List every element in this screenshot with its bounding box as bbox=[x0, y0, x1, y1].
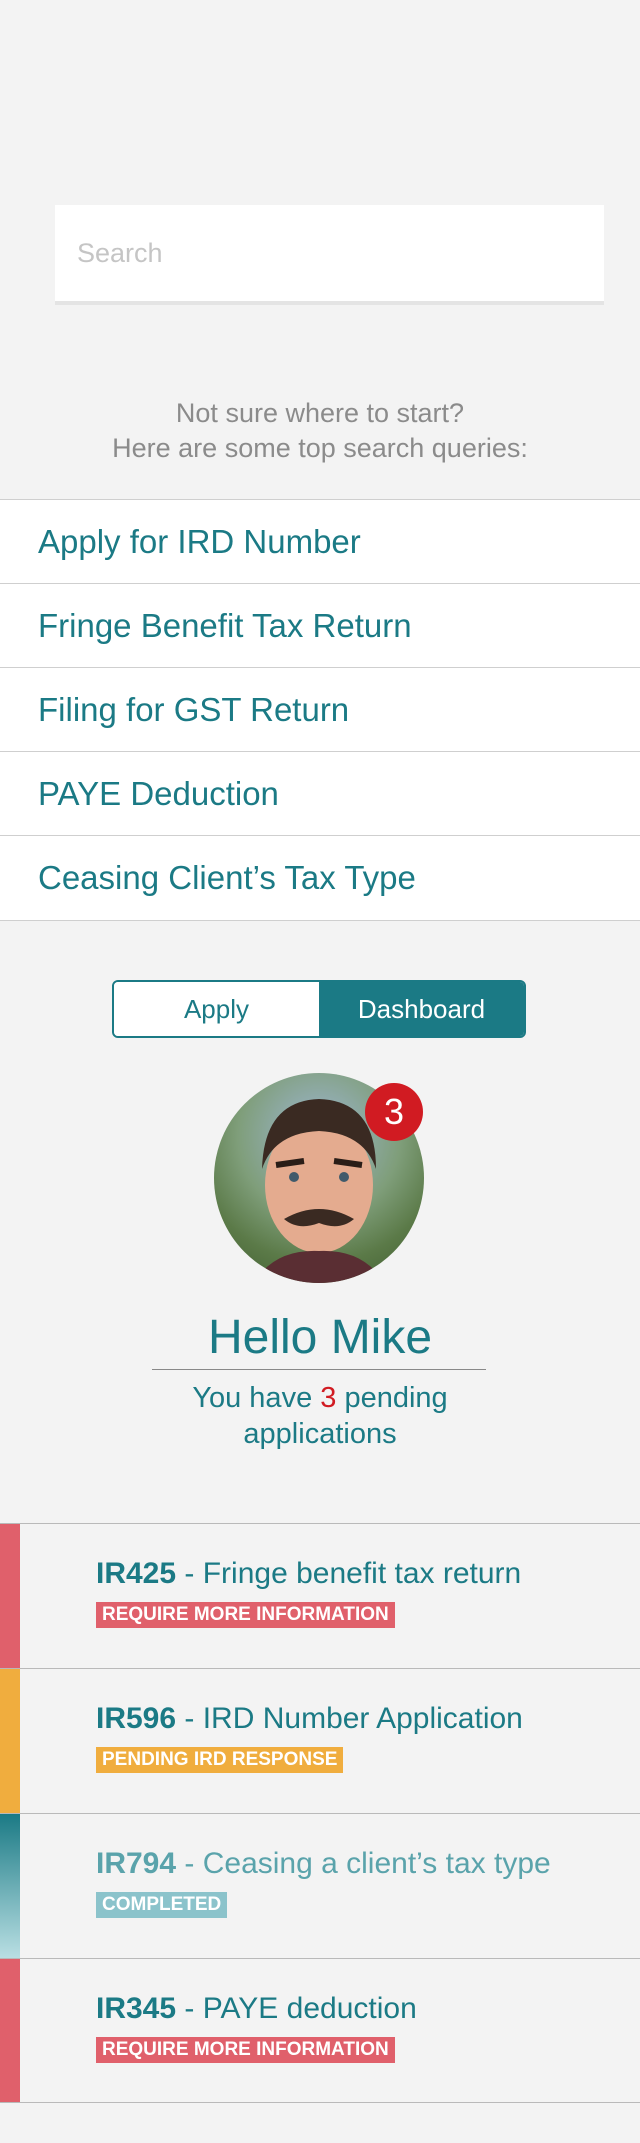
application-title: IR425 - Fringe benefit tax return bbox=[96, 1557, 521, 1591]
application-name: - Ceasing a client’s tax type bbox=[176, 1847, 551, 1880]
query-ceasing-client-tax-type[interactable]: Ceasing Client’s Tax Type bbox=[0, 835, 640, 921]
application-row-ir425[interactable]: IR425 - Fringe benefit tax return REQUIR… bbox=[0, 1523, 640, 1668]
status-bar bbox=[0, 1814, 20, 1958]
application-code: IR345 bbox=[96, 1992, 177, 2025]
application-name: - IRD Number Application bbox=[176, 1702, 523, 1735]
top-queries-list: Apply for IRD Number Fringe Benefit Tax … bbox=[0, 499, 640, 921]
search-input[interactable] bbox=[55, 205, 604, 305]
application-row-ir596[interactable]: IR596 - IRD Number Application PENDING I… bbox=[0, 1668, 640, 1813]
application-code: IR425 bbox=[96, 1557, 177, 1590]
search-hint: Not sure where to start? Here are some t… bbox=[0, 396, 640, 466]
hint-line-2: Here are some top search queries: bbox=[112, 433, 528, 463]
notification-badge[interactable]: 3 bbox=[365, 1083, 423, 1141]
status-badge: PENDING IRD RESPONSE bbox=[96, 1747, 344, 1773]
query-filing-gst-return[interactable]: Filing for GST Return bbox=[0, 667, 640, 751]
status-bar bbox=[0, 1669, 20, 1813]
application-title: IR794 - Ceasing a client’s tax type bbox=[96, 1847, 551, 1881]
status-badge: REQUIRE MORE INFORMATION bbox=[96, 2037, 395, 2063]
application-name: - PAYE deduction bbox=[176, 1992, 417, 2025]
query-apply-ird-number[interactable]: Apply for IRD Number bbox=[0, 499, 640, 583]
status-bar bbox=[0, 1959, 20, 2102]
application-row-ir345[interactable]: IR345 - PAYE deduction REQUIRE MORE INFO… bbox=[0, 1958, 640, 2103]
application-code: IR596 bbox=[96, 1702, 177, 1735]
search-box bbox=[55, 205, 604, 305]
greeting-divider bbox=[152, 1369, 486, 1370]
view-toggle: Apply Dashboard bbox=[112, 980, 526, 1038]
application-row-ir794[interactable]: IR794 - Ceasing a client’s tax type COMP… bbox=[0, 1813, 640, 1958]
query-fringe-benefit-tax-return[interactable]: Fringe Benefit Tax Return bbox=[0, 583, 640, 667]
pending-summary: You have 3 pending applications bbox=[160, 1380, 480, 1452]
greeting-heading: Hello Mike bbox=[207, 1311, 433, 1364]
apply-tab[interactable]: Apply bbox=[114, 982, 319, 1036]
status-badge: COMPLETED bbox=[96, 1892, 228, 1918]
dashboard-tab[interactable]: Dashboard bbox=[319, 982, 524, 1036]
query-paye-deduction[interactable]: PAYE Deduction bbox=[0, 751, 640, 835]
hint-line-1: Not sure where to start? bbox=[175, 398, 465, 428]
application-title: IR345 - PAYE deduction bbox=[96, 1992, 417, 2026]
pending-prefix: You have bbox=[192, 1382, 321, 1414]
applications-list: IR425 - Fringe benefit tax return REQUIR… bbox=[0, 1523, 640, 2103]
status-bar bbox=[0, 1524, 20, 1668]
application-name: - Fringe benefit tax return bbox=[176, 1557, 522, 1590]
pending-count: 3 bbox=[320, 1382, 337, 1414]
application-code: IR794 bbox=[96, 1847, 177, 1880]
application-title: IR596 - IRD Number Application bbox=[96, 1702, 523, 1736]
status-badge: REQUIRE MORE INFORMATION bbox=[96, 1602, 395, 1628]
